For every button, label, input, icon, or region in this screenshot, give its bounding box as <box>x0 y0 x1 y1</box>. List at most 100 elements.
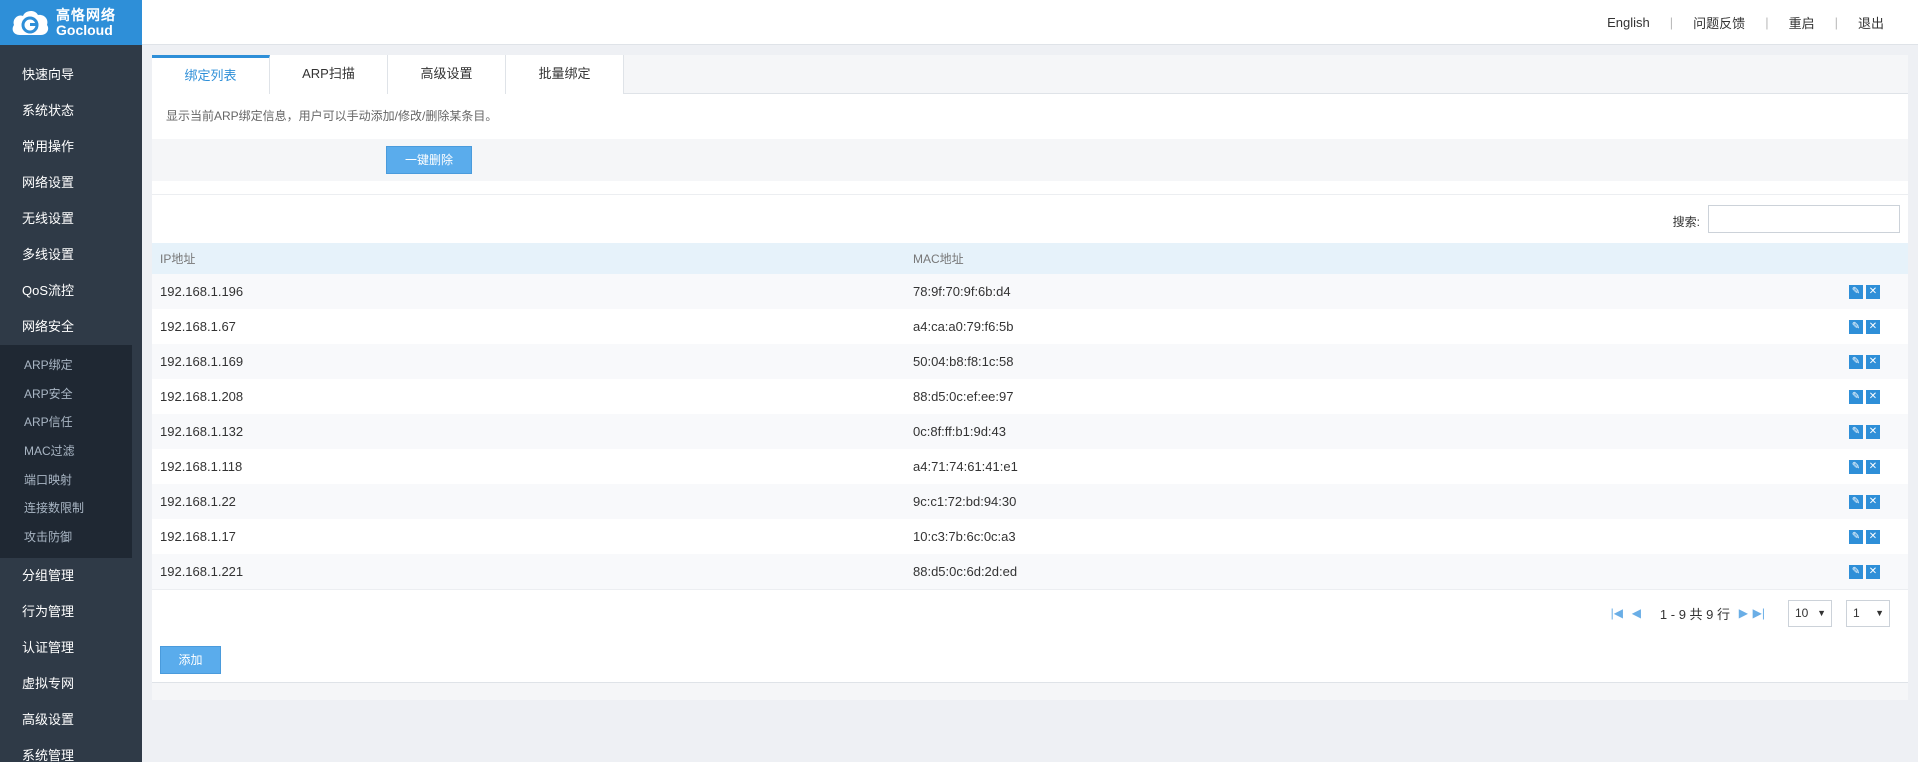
cell-ip: 192.168.1.208 <box>160 389 244 404</box>
cell-mac: a4:71:74:61:41:e1 <box>913 459 1018 474</box>
edit-icon[interactable]: ✎ <box>1849 390 1863 405</box>
sidebar-item-network-settings[interactable]: 网络设置 <box>0 165 142 201</box>
cell-ip: 192.168.1.132 <box>160 424 244 439</box>
edit-icon[interactable]: ✎ <box>1849 530 1863 545</box>
delete-icon[interactable]: ✕ <box>1866 530 1880 545</box>
delete-icon[interactable]: ✕ <box>1866 565 1880 580</box>
cell-mac: 0c:8f:ff:b1:9d:43 <box>913 424 1006 439</box>
next-page-icon[interactable]: ▶ <box>1739 606 1748 620</box>
table-body: 192.168.1.196 78:9f:70:9f:6b:d4 ✎ ✕ 192.168.… <box>152 274 1908 589</box>
row-actions: ✎ ✕ <box>1524 484 1908 519</box>
table-row: 192.168.1.17 10:c3:7b:6c:0c:a3 ✎ ✕ <box>152 519 1908 554</box>
search-input[interactable] <box>1708 205 1900 233</box>
cell-ip: 192.168.1.169 <box>160 354 244 369</box>
page-number-select[interactable]: 1 ▼ <box>1846 600 1890 627</box>
table-row: 192.168.1.118 a4:71:74:61:41:e1 ✎ ✕ <box>152 449 1908 484</box>
delete-icon[interactable]: ✕ <box>1866 390 1880 405</box>
sidebar-item-network-security[interactable]: 网络安全 <box>0 309 142 345</box>
cell-ip: 192.168.1.67 <box>160 319 236 334</box>
sidebar-item-qos[interactable]: QoS流控 <box>0 273 142 309</box>
sidebar-subitem-port-mapping[interactable]: 端口映射 <box>0 466 132 495</box>
reboot-link[interactable]: 重启 <box>1769 13 1835 32</box>
column-header-ip: IP地址 <box>160 252 196 266</box>
sidebar-item-behavior-management[interactable]: 行为管理 <box>0 594 142 630</box>
table-row: 192.168.1.22 9c:c1:72:bd:94:30 ✎ ✕ <box>152 484 1908 519</box>
brand-name-en: Gocloud <box>56 21 113 38</box>
edit-icon[interactable]: ✎ <box>1849 320 1863 335</box>
page-size-select[interactable]: 10 ▼ <box>1788 600 1832 627</box>
delete-icon[interactable]: ✕ <box>1866 460 1880 475</box>
search-bar: 搜索: <box>152 195 1908 243</box>
language-link[interactable]: English <box>1587 15 1670 30</box>
sidebar-item-system-status[interactable]: 系统状态 <box>0 93 142 129</box>
page-number-value: 1 <box>1853 606 1860 620</box>
sidebar-item-auth-management[interactable]: 认证管理 <box>0 630 142 666</box>
sidebar-item-multi-line[interactable]: 多线设置 <box>0 237 142 273</box>
tab-arp-scan[interactable]: ARP扫描 <box>270 55 388 94</box>
delete-all-button[interactable]: 一键删除 <box>386 146 472 174</box>
sidebar-item-system-management[interactable]: 系统管理 <box>0 738 142 762</box>
cell-ip: 192.168.1.118 <box>160 459 243 474</box>
sidebar-subitem-attack-defense[interactable]: 攻击防御 <box>0 523 132 552</box>
sidebar-subitem-arp-trust[interactable]: ARP信任 <box>0 408 132 437</box>
top-header: 高恪网络 Gocloud English | 问题反馈 | 重启 | 退出 <box>0 0 1918 45</box>
sidebar-item-group-management[interactable]: 分组管理 <box>0 558 142 594</box>
edit-icon[interactable]: ✎ <box>1849 460 1863 475</box>
first-page-icon[interactable]: |◀ <box>1611 606 1623 620</box>
last-page-icon[interactable]: ▶| <box>1753 606 1765 620</box>
tab-batch-binding[interactable]: 批量绑定 <box>506 55 624 94</box>
sidebar-item-quick-wizard[interactable]: 快速向导 <box>0 57 142 93</box>
tab-advanced-settings[interactable]: 高级设置 <box>388 55 506 94</box>
cell-ip: 192.168.1.22 <box>160 494 236 509</box>
edit-icon[interactable]: ✎ <box>1849 565 1863 580</box>
add-button[interactable]: 添加 <box>160 646 221 674</box>
sidebar-item-vpn[interactable]: 虚拟专网 <box>0 666 142 702</box>
brand-logo[interactable]: 高恪网络 Gocloud <box>0 0 142 45</box>
sidebar-subitem-mac-filter[interactable]: MAC过滤 <box>0 437 132 466</box>
table-row: 192.168.1.132 0c:8f:ff:b1:9d:43 ✎ ✕ <box>152 414 1908 449</box>
cell-ip: 192.168.1.196 <box>160 284 244 299</box>
edit-icon[interactable]: ✎ <box>1849 355 1863 370</box>
action-toolbar: 一键删除 <box>152 139 1908 181</box>
logout-link[interactable]: 退出 <box>1838 13 1904 32</box>
sidebar: 快速向导 系统状态 常用操作 网络设置 无线设置 多线设置 QoS流控 网络安全… <box>0 45 142 762</box>
delete-icon[interactable]: ✕ <box>1866 285 1880 300</box>
sidebar-item-advanced[interactable]: 高级设置 <box>0 702 142 738</box>
cell-mac: 88:d5:0c:ef:ee:97 <box>913 389 1014 404</box>
cell-mac: 9c:c1:72:bd:94:30 <box>913 494 1017 509</box>
cell-ip: 192.168.1.221 <box>160 564 244 579</box>
page-info: 1 - 9 共 9 行 <box>1659 607 1730 622</box>
row-actions: ✎ ✕ <box>1524 449 1908 484</box>
row-actions: ✎ ✕ <box>1524 274 1908 309</box>
row-actions: ✎ ✕ <box>1524 519 1908 554</box>
cell-mac: 78:9f:70:9f:6b:d4 <box>913 284 1011 299</box>
sidebar-subitem-connection-limit[interactable]: 连接数限制 <box>0 494 132 523</box>
add-row: 添加 <box>152 637 1908 683</box>
delete-icon[interactable]: ✕ <box>1866 355 1880 370</box>
tab-bar: 绑定列表 ARP扫描 高级设置 批量绑定 <box>152 55 1908 94</box>
sidebar-item-wireless[interactable]: 无线设置 <box>0 201 142 237</box>
edit-icon[interactable]: ✎ <box>1849 285 1863 300</box>
table-header-row: IP地址 MAC地址 <box>152 243 1908 274</box>
delete-icon[interactable]: ✕ <box>1866 495 1880 510</box>
prev-page-icon[interactable]: ◀ <box>1632 606 1641 620</box>
cell-mac: 10:c3:7b:6c:0c:a3 <box>913 529 1016 544</box>
tab-binding-list[interactable]: 绑定列表 <box>152 55 270 94</box>
sidebar-subitem-arp-binding[interactable]: ARP绑定 <box>0 351 132 380</box>
pagination: |◀ ◀ 1 - 9 共 9 行 ▶ ▶| 10 ▼ 1 ▼ <box>152 589 1908 637</box>
brand-text: 高恪网络 Gocloud <box>56 7 116 38</box>
row-actions: ✎ ✕ <box>1524 414 1908 449</box>
edit-icon[interactable]: ✎ <box>1849 425 1863 440</box>
delete-icon[interactable]: ✕ <box>1866 425 1880 440</box>
edit-icon[interactable]: ✎ <box>1849 495 1863 510</box>
delete-icon[interactable]: ✕ <box>1866 320 1880 335</box>
feedback-link[interactable]: 问题反馈 <box>1673 13 1765 32</box>
page-description: 显示当前ARP绑定信息，用户可以手动添加/修改/删除某条目。 <box>166 109 498 123</box>
page-scrollbar[interactable] <box>1908 45 1918 762</box>
chevron-down-icon: ▼ <box>1817 608 1826 618</box>
sidebar-item-common-ops[interactable]: 常用操作 <box>0 129 142 165</box>
table-row: 192.168.1.196 78:9f:70:9f:6b:d4 ✎ ✕ <box>152 274 1908 309</box>
page-size-value: 10 <box>1795 606 1809 620</box>
sidebar-subitem-arp-security[interactable]: ARP安全 <box>0 380 132 409</box>
row-actions: ✎ ✕ <box>1524 344 1908 379</box>
